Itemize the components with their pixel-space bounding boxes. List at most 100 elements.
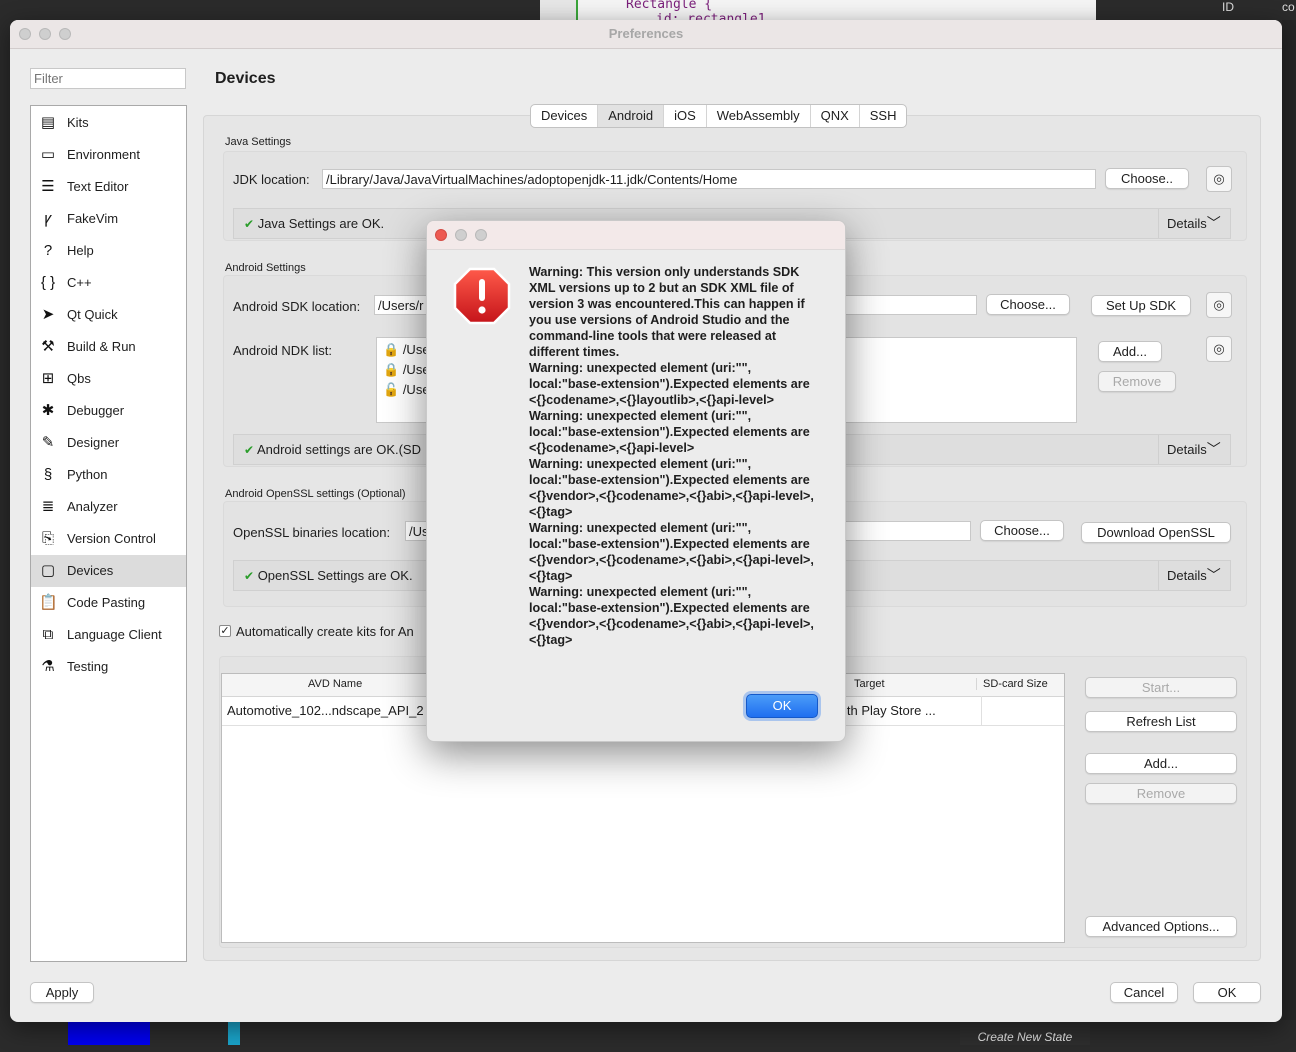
unlock-icon: 🔓 (383, 382, 400, 397)
tab-android[interactable]: Android (598, 105, 665, 127)
android-details-toggle[interactable]: Details﹀ (1158, 435, 1230, 464)
java-settings-label: Java Settings (225, 136, 292, 148)
openssl-choose-button[interactable]: Choose... (980, 520, 1064, 541)
create-new-state-button[interactable]: Create New State (960, 1022, 1090, 1045)
sidebar-item-testing[interactable]: ⚗ Testing (31, 651, 186, 683)
column-target[interactable]: Target (854, 678, 885, 690)
details-label: Details (1167, 442, 1207, 457)
sidebar-item-label: Analyzer (67, 499, 118, 514)
sidebar-item-analyzer[interactable]: ≣ Analyzer (31, 491, 186, 523)
column-avd-name[interactable]: AVD Name (308, 678, 362, 690)
background-code-editor: Rectangle { id: rectangle1 (540, 0, 1096, 20)
background-column-header: ID (1222, 0, 1234, 14)
preferences-sidebar: ▤ Kits ▭ Environment ☰ Text Editor ꝩ FakeVim? He… (30, 105, 187, 962)
list-item[interactable]: 🔒 /Use (383, 362, 430, 378)
sidebar-item-label: Text Editor (67, 179, 129, 194)
sidebar-item-version-control[interactable]: ⎘ Version Control (31, 523, 186, 555)
check-icon: ✔ (244, 569, 255, 583)
sidebar-item-text-editor[interactable]: ☰ Text Editor (31, 171, 186, 203)
ndk-list-label: Android NDK list: (233, 343, 332, 358)
tab-webassembly[interactable]: WebAssembly (707, 105, 811, 127)
window-title: Preferences (608, 26, 684, 41)
clipboard-icon: 📋 (39, 594, 58, 611)
sidebar-item-help[interactable]: ? Help (31, 235, 186, 267)
openssl-details-toggle[interactable]: Details﹀ (1158, 561, 1230, 590)
list-item[interactable]: 🔒 /Use (383, 342, 430, 358)
sidebar-item-debugger[interactable]: ✱ Debugger (31, 395, 186, 427)
java-status-text: Java Settings are OK. (257, 216, 385, 231)
globe-icon[interactable]: ◎ (1206, 336, 1232, 362)
list-item[interactable]: 🔓 /Use (383, 382, 430, 398)
auto-create-kits-checkbox[interactable]: ✓ (219, 625, 231, 637)
device-tabs: Devices Android iOS WebAssembly QNX SSH (530, 104, 908, 128)
details-label: Details (1167, 568, 1207, 583)
set-up-sdk-button[interactable]: Set Up SDK (1091, 295, 1191, 316)
avd-remove-button[interactable]: Remove (1085, 783, 1237, 804)
sidebar-item-label: Python (67, 467, 108, 482)
jdk-location-field[interactable]: /Library/Java/JavaVirtualMachines/adopto… (322, 169, 1096, 189)
editor-gutter (540, 0, 578, 20)
ndk-remove-button[interactable]: Remove (1098, 371, 1176, 392)
android-settings-label: Android Settings (225, 262, 306, 274)
sdk-choose-button[interactable]: Choose... (986, 294, 1070, 315)
error-icon (453, 267, 511, 325)
sidebar-item-c[interactable]: { } C++ (31, 267, 186, 299)
avd-advanced-options-button[interactable]: Advanced Options... (1085, 916, 1237, 937)
apply-button[interactable]: Apply (30, 982, 94, 1003)
avd-add-button[interactable]: Add... (1085, 753, 1237, 774)
tab-ssh[interactable]: SSH (860, 105, 907, 127)
sidebar-item-qbs[interactable]: ⊞ Qbs (31, 363, 186, 395)
sidebar-item-qt-quick[interactable]: ➤ Qt Quick (31, 299, 186, 331)
ok-button[interactable]: OK (1193, 982, 1261, 1003)
sidebar-item-designer[interactable]: ✎ Designer (31, 427, 186, 459)
window-titlebar: Preferences (10, 20, 1282, 49)
download-openssl-button[interactable]: Download OpenSSL (1081, 522, 1231, 543)
warning-dialog: Warning: This version only understands S… (426, 220, 846, 742)
details-label: Details (1167, 216, 1207, 231)
filter-input[interactable] (30, 68, 186, 89)
sidebar-item-language-client[interactable]: ⧉ Language Client (31, 619, 186, 651)
sidebar-item-code-pasting[interactable]: 📋 Code Pasting (31, 587, 186, 619)
close-dialog-button[interactable] (435, 229, 447, 241)
java-details-toggle[interactable]: Details﹀ (1158, 209, 1230, 238)
help-icon: ? (43, 242, 53, 259)
globe-icon[interactable]: ◎ (1206, 166, 1232, 192)
testing-icon: ⚗ (41, 658, 55, 675)
avd-refresh-button[interactable]: Refresh List (1085, 711, 1237, 732)
sidebar-item-environment[interactable]: ▭ Environment (31, 139, 186, 171)
tab-devices[interactable]: Devices (531, 105, 599, 127)
minimize-dialog-button (455, 229, 467, 241)
tab-ios[interactable]: iOS (664, 105, 707, 127)
sidebar-item-label: Testing (67, 659, 109, 674)
sidebar-item-label: Language Client (67, 627, 162, 642)
avd-name-cell: Automotive_102...ndscape_API_2 (227, 703, 424, 718)
sidebar-item-label: Version Control (67, 531, 156, 546)
sidebar-item-label: C++ (67, 275, 92, 290)
sidebar-item-build-run[interactable]: ⚒ Build & Run (31, 331, 186, 363)
avd-start-button[interactable]: Start... (1085, 677, 1237, 698)
sidebar-item-label: Help (67, 243, 94, 258)
globe-icon[interactable]: ◎ (1206, 292, 1232, 318)
ndk-add-button[interactable]: Add... (1098, 341, 1162, 362)
sidebar-item-label: Kits (67, 115, 89, 130)
openssl-status-text: OpenSSL Settings are OK. (257, 568, 413, 583)
check-icon: ✔ (244, 217, 255, 231)
sidebar-item-devices[interactable]: ▢ Devices (31, 555, 186, 587)
sidebar-item-python[interactable]: § Python (31, 459, 186, 491)
sidebar-item-kits[interactable]: ▤ Kits (31, 107, 186, 139)
version-control-icon: ⎘ (41, 530, 54, 547)
sidebar-item-label: Code Pasting (67, 595, 146, 610)
chevron-down-icon: ﹀ (1206, 567, 1221, 583)
column-sdcard-size[interactable]: SD-card Size (976, 678, 1048, 690)
qbs-icon: ⊞ (41, 370, 55, 387)
dialog-ok-button[interactable]: OK (746, 694, 818, 718)
chevron-down-icon: ﹀ (1206, 215, 1221, 231)
openssl-location-label: OpenSSL binaries location: (233, 525, 391, 540)
sidebar-item-label: Qt Quick (67, 307, 118, 322)
cancel-button[interactable]: Cancel (1110, 982, 1178, 1003)
tab-qnx[interactable]: QNX (811, 105, 860, 127)
sidebar-item-fakevim[interactable]: ꝩ FakeVim (31, 203, 186, 235)
sdk-location-label: Android SDK location: (233, 299, 361, 314)
code-line: Rectangle { (626, 0, 713, 12)
jdk-choose-button[interactable]: Choose.. (1105, 168, 1189, 189)
